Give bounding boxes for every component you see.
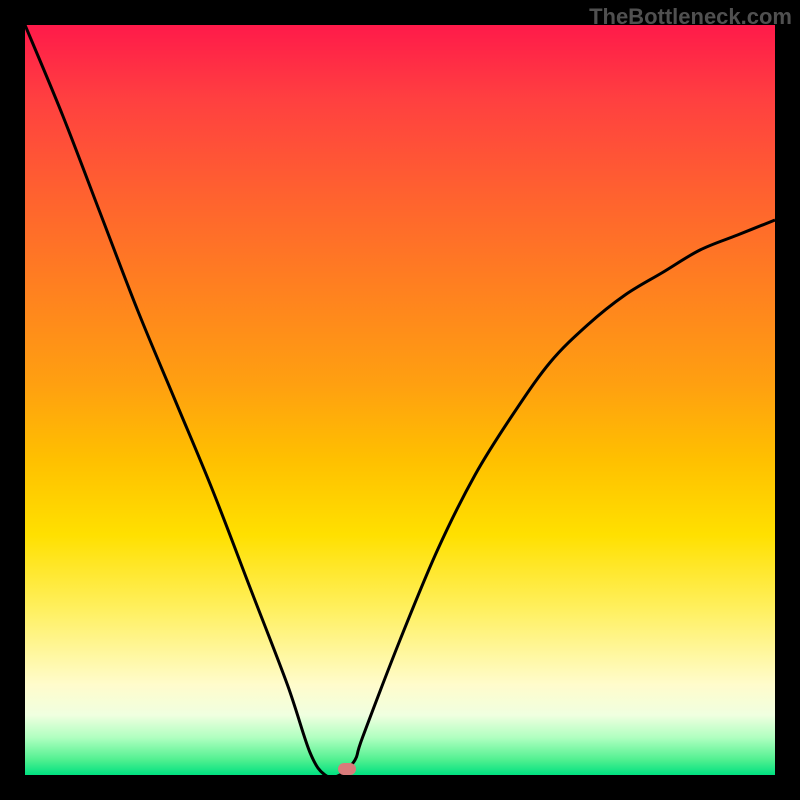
bottleneck-curve xyxy=(25,25,775,775)
optimal-point-marker xyxy=(338,763,356,775)
watermark-text: TheBottleneck.com xyxy=(589,4,792,30)
